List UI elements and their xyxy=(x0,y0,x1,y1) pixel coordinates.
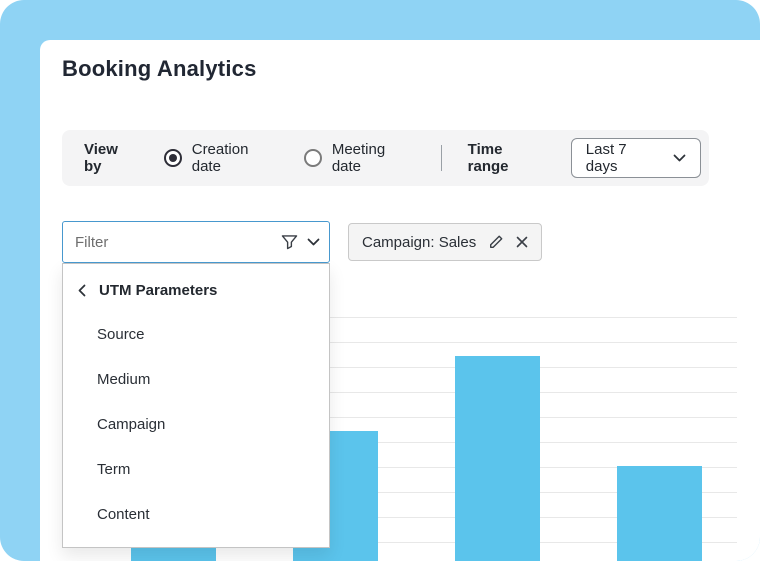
pencil-icon[interactable] xyxy=(488,234,504,250)
chevron-down-icon xyxy=(673,154,686,162)
chip-label: Campaign: Sales xyxy=(362,234,476,251)
dropdown-header[interactable]: UTM Parameters xyxy=(63,264,329,312)
chevron-left-icon xyxy=(78,284,86,297)
dropdown-item-content[interactable]: Content xyxy=(63,492,329,537)
filter-input-wrap xyxy=(62,221,330,263)
dropdown-item-medium[interactable]: Medium xyxy=(63,357,329,402)
divider xyxy=(441,145,442,171)
radio-meeting-date[interactable]: Meeting date xyxy=(304,141,415,175)
funnel-icon[interactable] xyxy=(281,235,298,250)
radio-label: Creation date xyxy=(192,141,278,175)
filter-chip: Campaign: Sales xyxy=(348,223,542,261)
viewby-toolbar: View by Creation date Meeting date Time … xyxy=(62,130,709,186)
filter-dropdown: UTM Parameters Source Medium Campaign Te… xyxy=(62,263,330,548)
app-background: Booking Analytics View by Creation date … xyxy=(0,0,760,561)
time-range-label: Time range xyxy=(468,141,545,175)
radio-creation-date[interactable]: Creation date xyxy=(164,141,278,175)
radio-label: Meeting date xyxy=(332,141,415,175)
view-by-label: View by xyxy=(84,141,138,175)
time-range-select[interactable]: Last 7 days xyxy=(571,138,701,178)
chevron-down-icon[interactable] xyxy=(307,238,320,246)
page-title: Booking Analytics xyxy=(62,56,257,82)
dropdown-item-source[interactable]: Source xyxy=(63,312,329,357)
time-range-value: Last 7 days xyxy=(586,141,659,175)
dropdown-item-term[interactable]: Term xyxy=(63,447,329,492)
radio-unselected-icon xyxy=(304,149,322,167)
dropdown-header-label: UTM Parameters xyxy=(99,282,217,299)
dropdown-item-campaign[interactable]: Campaign xyxy=(63,402,329,447)
analytics-card: Booking Analytics View by Creation date … xyxy=(40,40,760,561)
chart-bar xyxy=(617,466,702,561)
x-icon[interactable] xyxy=(516,236,528,248)
chart-bar xyxy=(455,356,540,561)
radio-selected-icon xyxy=(164,149,182,167)
